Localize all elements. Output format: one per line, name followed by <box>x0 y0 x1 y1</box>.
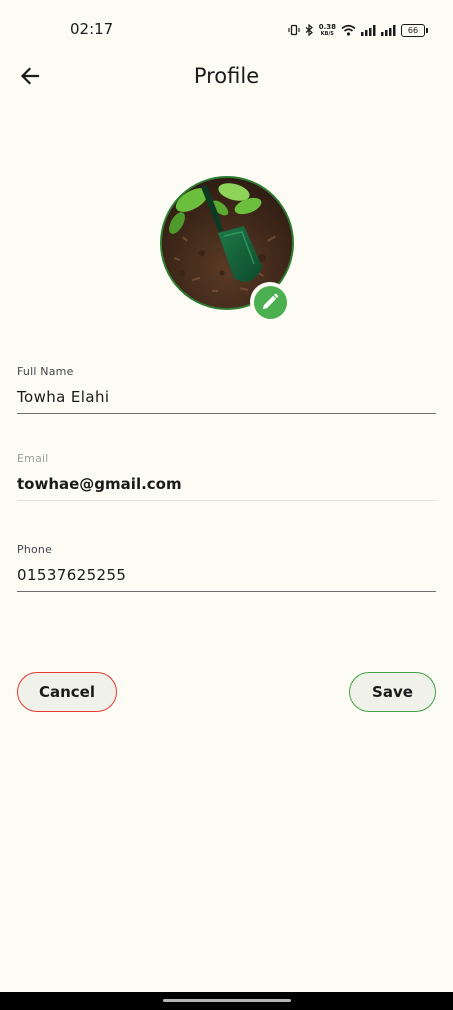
edit-avatar-button[interactable] <box>250 282 290 322</box>
system-nav-bar <box>0 992 453 1010</box>
email-label: Email <box>17 452 49 465</box>
email-field: Email towhae@gmail.com <box>17 452 436 501</box>
home-gesture-handle[interactable] <box>163 999 291 1002</box>
battery-level: 66 <box>407 25 419 35</box>
network-speed-unit: KB/S <box>320 30 334 37</box>
phone-input[interactable]: 01537625255 <box>17 563 436 587</box>
email-input: towhae@gmail.com <box>17 475 182 493</box>
vibrate-icon <box>288 24 300 36</box>
edit-avatar-button-circle <box>253 285 287 319</box>
network-speed-value: 0.38 <box>318 22 336 31</box>
full-name-underline <box>17 413 436 414</box>
cancel-button[interactable]: Cancel <box>17 672 117 712</box>
avatar-container <box>160 176 294 322</box>
phone-underline <box>17 591 436 592</box>
save-button[interactable]: Save <box>349 672 436 712</box>
email-underline <box>17 500 436 501</box>
page-title: Profile <box>193 64 260 88</box>
full-name-input[interactable]: Towha Elahi <box>17 385 436 409</box>
status-bar: 02:17 0.38 KB/S 66 <box>0 0 453 58</box>
full-name-field[interactable]: Full Name Towha Elahi <box>17 365 436 414</box>
signal-icon <box>381 24 396 36</box>
status-icons: 0.38 KB/S 66 <box>288 22 428 38</box>
pencil-icon <box>263 293 279 309</box>
battery-icon: 66 <box>401 23 428 37</box>
full-name-label: Full Name <box>17 365 74 378</box>
signal-icon <box>361 24 376 36</box>
phone-field[interactable]: Phone 01537625255 <box>17 543 436 592</box>
status-time: 02:17 <box>70 20 114 38</box>
bluetooth-icon <box>305 24 314 36</box>
phone-label: Phone <box>17 543 53 556</box>
wifi-icon <box>341 24 356 36</box>
network-speed: 0.38 KB/S <box>318 22 336 37</box>
